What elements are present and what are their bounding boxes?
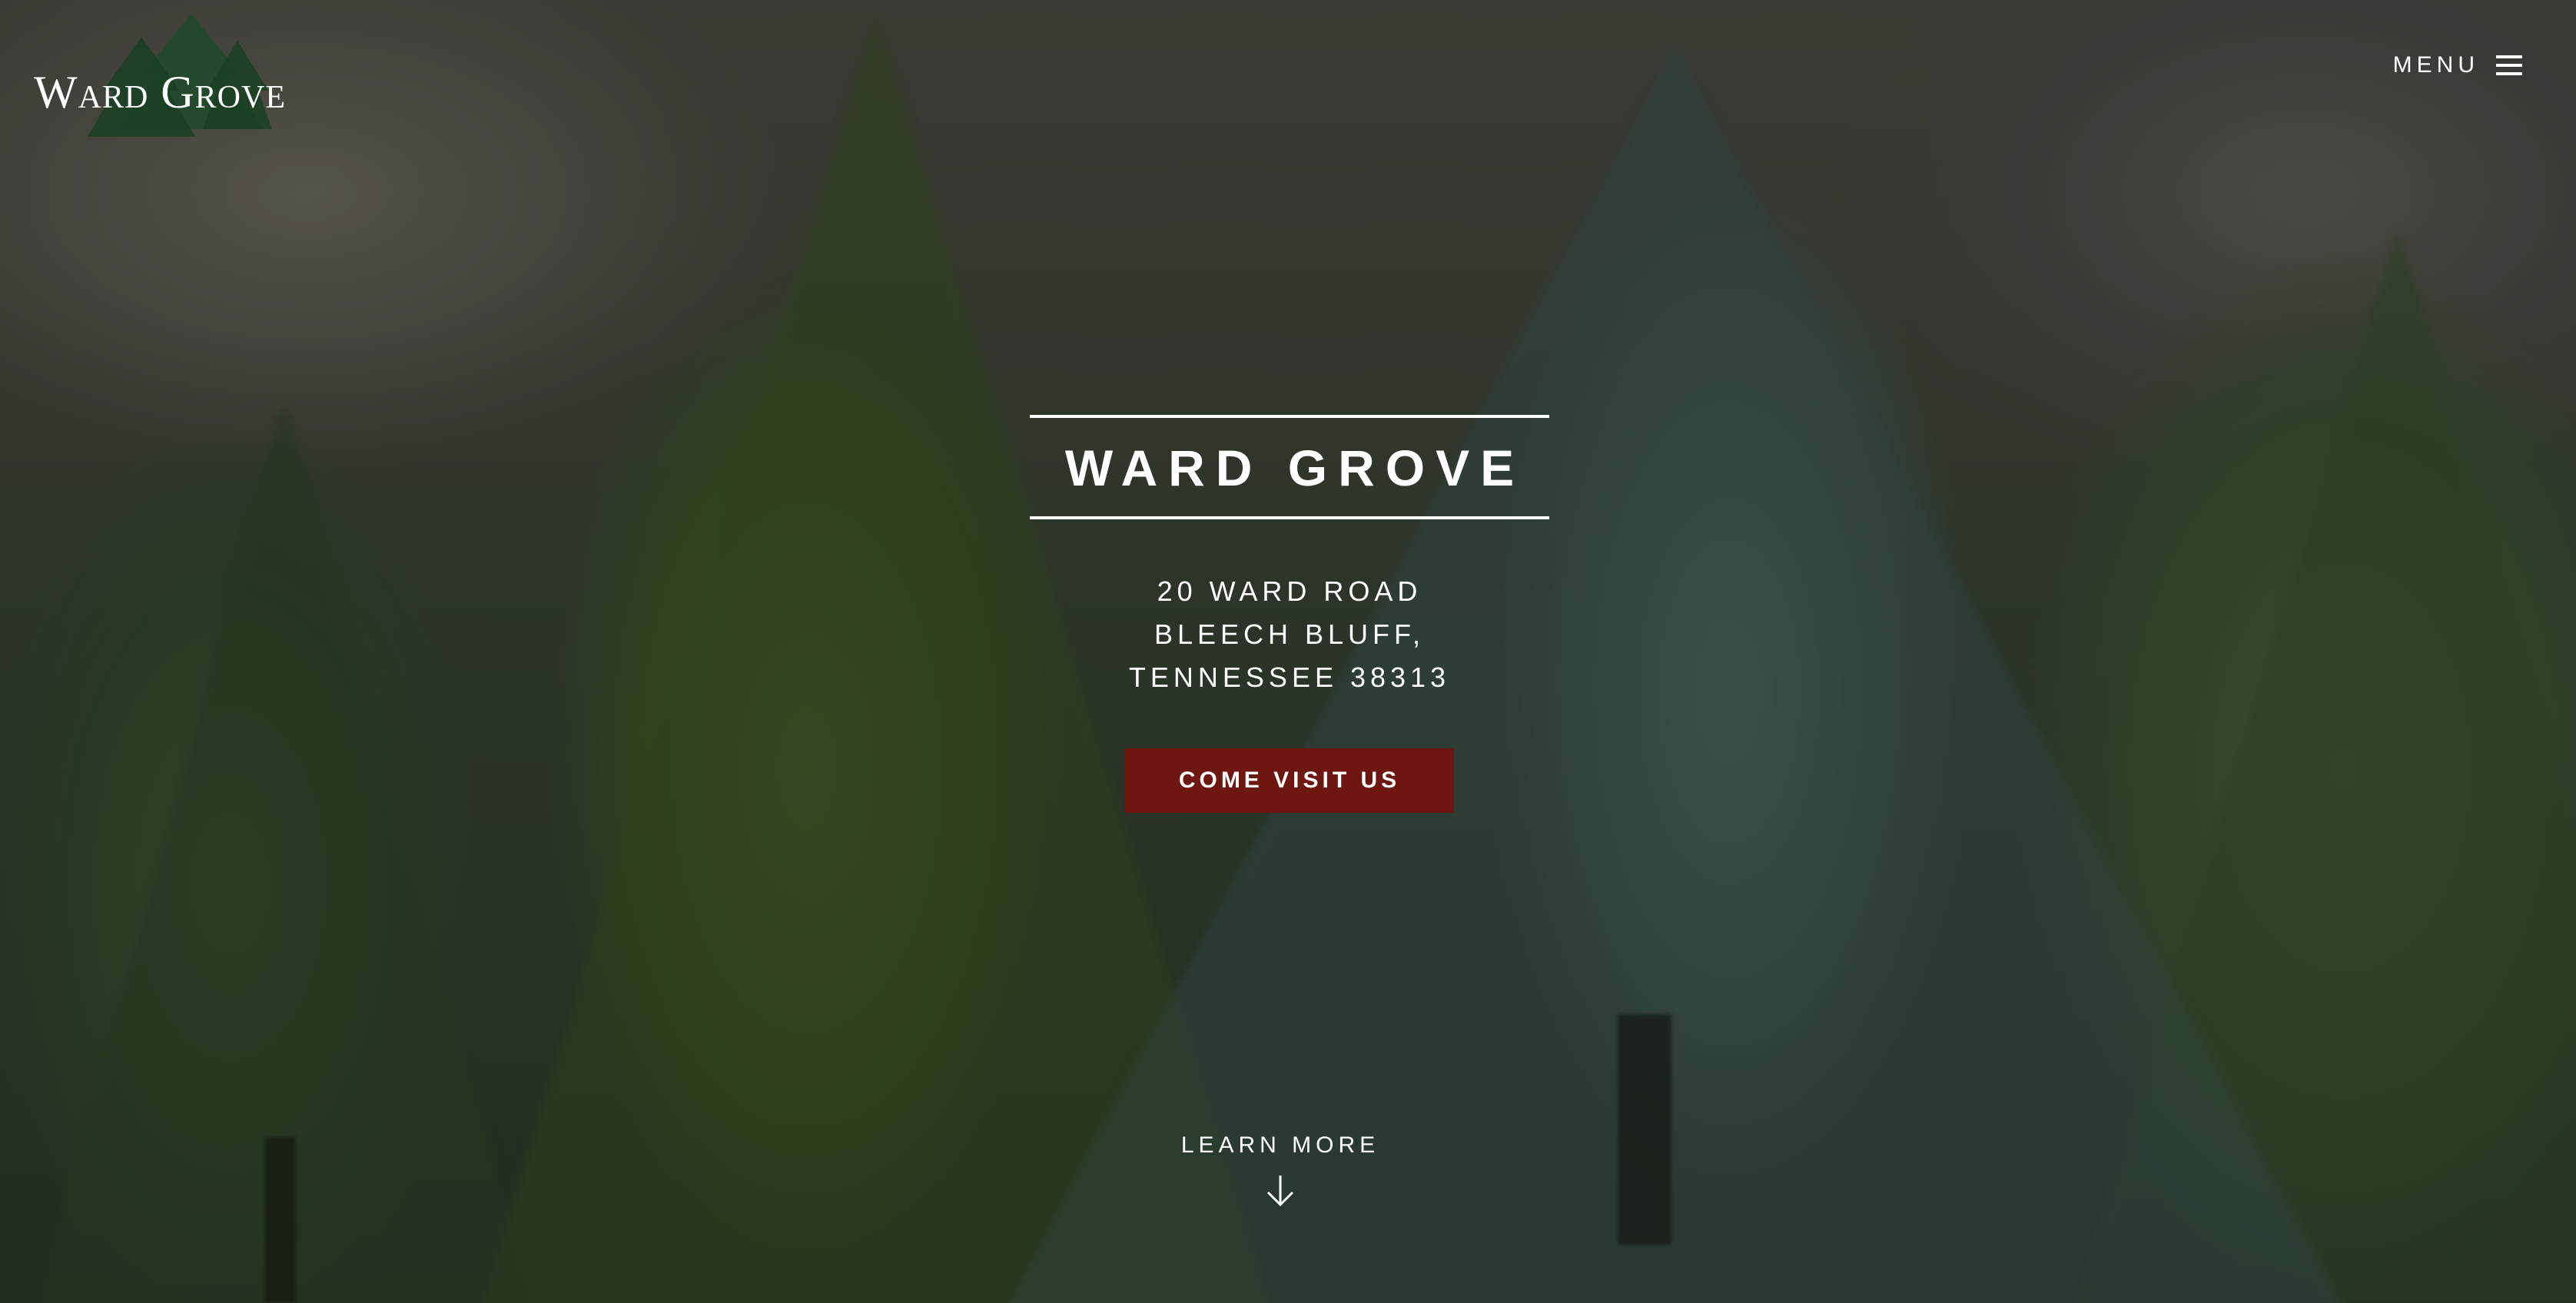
address-line-3: TENNESSEE 38313 (1128, 661, 1451, 693)
hero-title: WARD GROVE (1064, 439, 1525, 496)
title-rule-bottom (1030, 516, 1549, 519)
arrow-down-icon (1266, 1175, 1294, 1207)
hamburger-icon (2496, 55, 2522, 75)
address: 20 WARD ROAD BLEECH BLUFF, TENNESSEE 383… (1030, 570, 1549, 699)
address-line-1: 20 WARD ROAD (1157, 575, 1422, 607)
learn-more-label: LEARN MORE (1180, 1132, 1380, 1158)
learn-more-link[interactable]: LEARN MORE (1127, 1132, 1434, 1209)
come-visit-us-button[interactable]: COME VISIT US (1125, 748, 1454, 813)
hero-content: WARD GROVE 20 WARD ROAD BLEECH BLUFF, TE… (1030, 415, 1549, 813)
site-logo[interactable]: Ward Grove (34, 14, 285, 137)
menu-label: MENU (2392, 52, 2479, 78)
hero-section: Ward Grove MENU WARD GROVE 20 WARD ROAD … (0, 0, 2576, 1303)
address-line-2: BLEECH BLUFF, (1154, 618, 1426, 650)
menu-button[interactable]: MENU (2393, 52, 2522, 78)
logo-text: Ward Grove (34, 67, 286, 118)
